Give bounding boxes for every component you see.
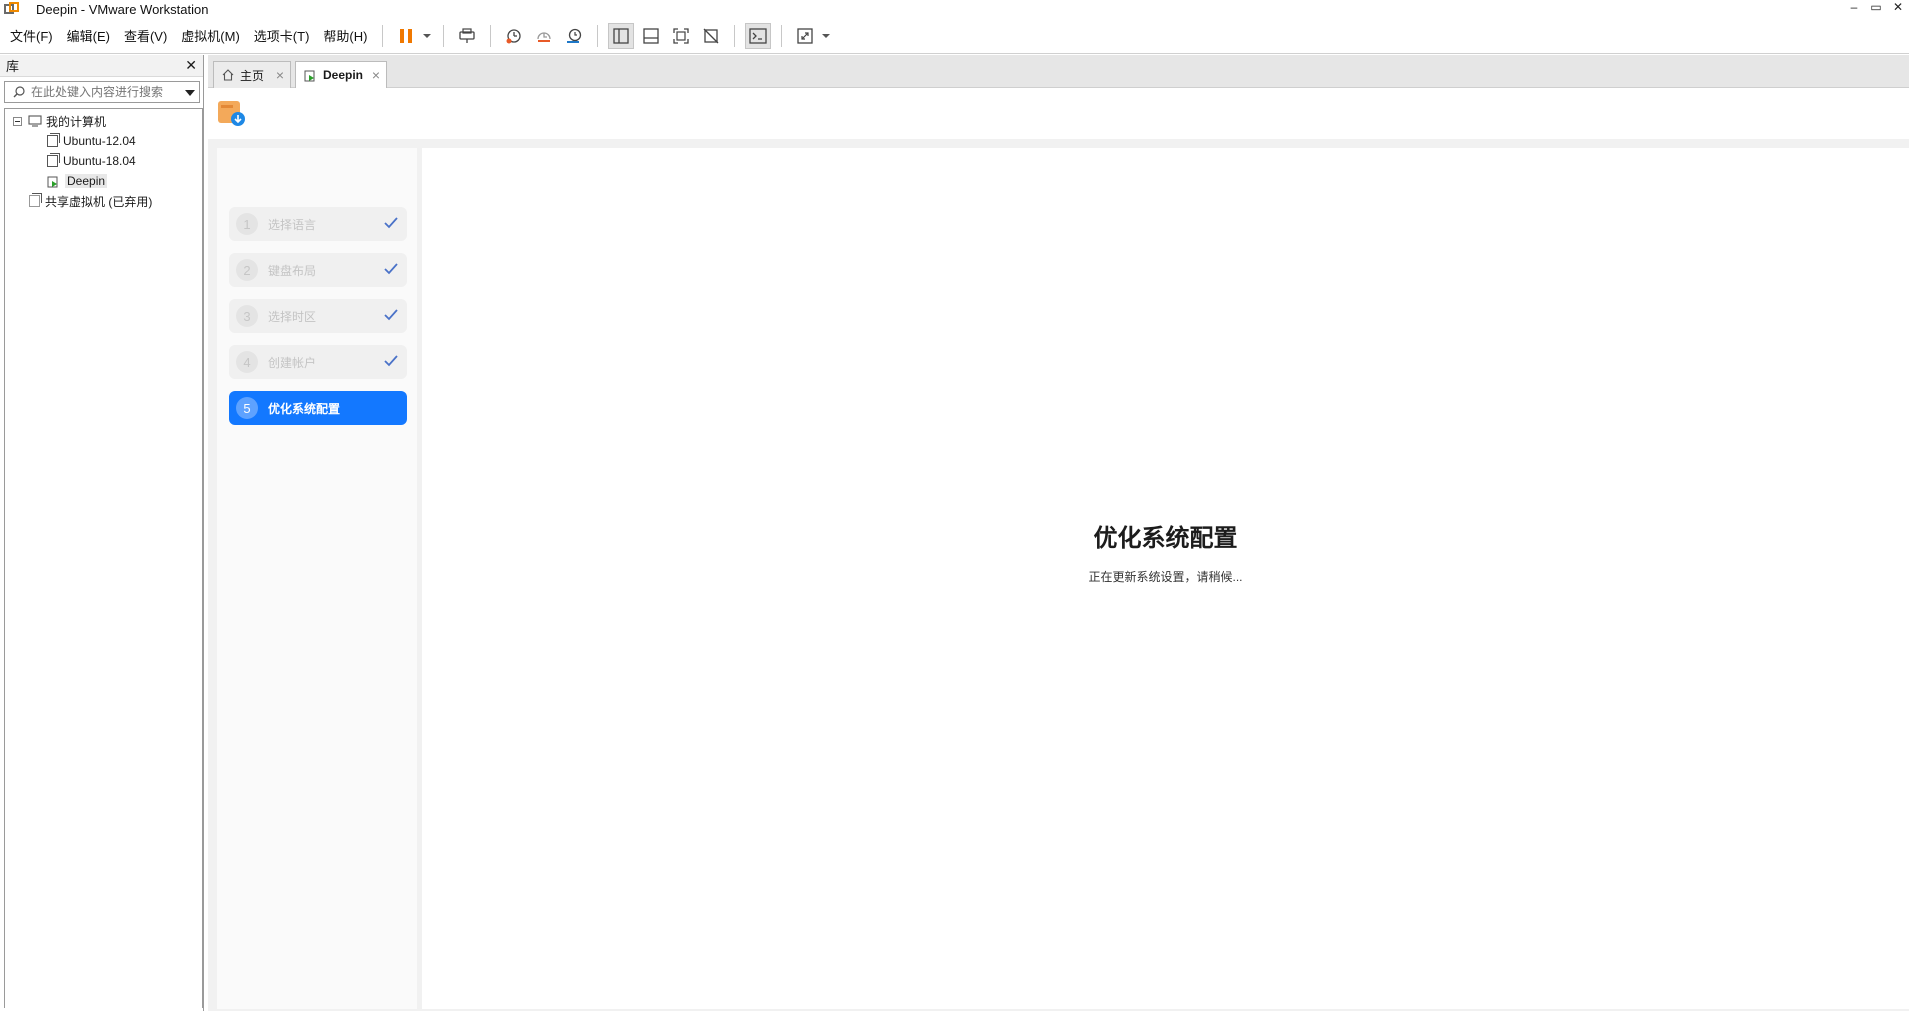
- snapshot-icon[interactable]: [501, 23, 527, 49]
- step-optimize-config: 5 优化系统配置: [229, 391, 407, 425]
- snapshot-manager-icon[interactable]: [561, 23, 587, 49]
- tree-item-ubuntu-12[interactable]: Ubuntu-12.04: [5, 131, 202, 151]
- stretch-dropdown-icon[interactable]: [822, 33, 831, 38]
- menu-help[interactable]: 帮助(H): [316, 26, 374, 45]
- tab-home[interactable]: 主页 ×: [213, 61, 291, 88]
- pause-icon[interactable]: [393, 23, 419, 49]
- tree-label: Ubuntu-18.04: [63, 154, 136, 168]
- library-panel: 库 ✕ 我的计算机 Ubuntu-12.04 Ubuntu-18.04 Deep…: [0, 55, 204, 1011]
- shared-vm-icon: [29, 193, 42, 207]
- console-view-icon[interactable]: [745, 22, 772, 49]
- full-screen-icon[interactable]: [668, 23, 694, 49]
- check-icon: [384, 217, 398, 229]
- tree-label: 共享虚拟机 (已弃用): [45, 194, 153, 209]
- stretch-icon[interactable]: [792, 23, 818, 49]
- vm-running-icon: [47, 176, 58, 187]
- close-tab-icon[interactable]: ×: [276, 67, 284, 83]
- collapse-toggle-icon[interactable]: [13, 116, 22, 126]
- step-label: 选择时区: [268, 309, 317, 324]
- step-select-language: 1 选择语言: [229, 207, 407, 241]
- library-close-icon[interactable]: ✕: [185, 57, 197, 74]
- tree-item-deepin[interactable]: Deepin: [5, 171, 202, 191]
- tab-deepin[interactable]: Deepin ×: [295, 61, 387, 88]
- library-label: 库: [6, 59, 20, 74]
- unity-icon[interactable]: [698, 23, 724, 49]
- step-label: 选择语言: [268, 217, 317, 232]
- computer-icon: [28, 115, 42, 127]
- step-number: 4: [236, 351, 258, 373]
- menu-vm[interactable]: 虚拟机(M): [174, 26, 247, 45]
- show-thumbnail-icon[interactable]: [638, 23, 664, 49]
- vm-icon: [47, 153, 60, 167]
- vmware-logo-icon: [4, 2, 20, 16]
- step-keyboard-layout: 2 键盘布局: [229, 253, 407, 287]
- installer-steps-panel: 1 选择语言 2 键盘布局 3 选择时区 4 创建帐户 5 优化系统配置: [217, 148, 417, 1009]
- window-title: Deepin - VMware Workstation: [36, 1, 209, 17]
- page-title: 优化系统配置: [1093, 525, 1238, 552]
- maximize-button[interactable]: ▭: [1865, 0, 1887, 18]
- pause-dropdown-icon[interactable]: [423, 33, 432, 38]
- step-label: 创建帐户: [268, 355, 317, 370]
- step-label: 优化系统配置: [268, 401, 341, 416]
- tree-label: 我的计算机: [46, 114, 107, 129]
- step-number: 3: [236, 305, 258, 327]
- step-number: 1: [236, 213, 258, 235]
- library-tree: 我的计算机 Ubuntu-12.04 Ubuntu-18.04 Deepin 共…: [4, 108, 203, 1008]
- menu-edit[interactable]: 编辑(E): [60, 26, 117, 45]
- tab-strip: 主页 × Deepin ×: [208, 55, 1909, 88]
- step-number: 2: [236, 259, 258, 281]
- search-icon: [13, 86, 25, 98]
- vm-icon: [47, 133, 60, 147]
- menu-view[interactable]: 查看(V): [117, 26, 174, 45]
- installer-main-panel: 优化系统配置 正在更新系统设置，请稍候...: [422, 148, 1909, 1009]
- tree-item-ubuntu-18[interactable]: Ubuntu-18.04: [5, 151, 202, 171]
- search-input[interactable]: [31, 85, 181, 99]
- menu-tabs[interactable]: 选项卡(T): [247, 26, 317, 45]
- step-create-account: 4 创建帐户: [229, 345, 407, 379]
- vm-running-icon: [304, 70, 315, 81]
- revert-snapshot-icon[interactable]: [531, 23, 557, 49]
- tree-label: Ubuntu-12.04: [63, 134, 136, 148]
- library-search[interactable]: [4, 81, 200, 103]
- check-icon: [384, 309, 398, 321]
- menu-file[interactable]: 文件(F): [0, 26, 60, 45]
- show-library-icon[interactable]: [608, 22, 635, 49]
- home-icon: [222, 69, 234, 81]
- check-icon: [384, 355, 398, 367]
- send-ctrl-alt-del-icon[interactable]: [454, 23, 480, 49]
- close-button[interactable]: ✕: [1887, 0, 1909, 18]
- vm-top-bar: [208, 89, 1909, 139]
- tab-label: 主页: [240, 68, 265, 83]
- step-number: 5: [236, 397, 258, 419]
- vm-display[interactable]: 1 选择语言 2 键盘布局 3 选择时区 4 创建帐户 5 优化系统配置 优化系…: [208, 139, 1909, 1011]
- step-select-timezone: 3 选择时区: [229, 299, 407, 333]
- toolbar-separator: [382, 24, 384, 47]
- status-text: 正在更新系统设置，请稍候...: [1088, 570, 1243, 584]
- title-bar: Deepin - VMware Workstation – ▭ ✕: [0, 0, 1909, 18]
- library-header: 库 ✕: [0, 55, 203, 77]
- search-dropdown-icon[interactable]: [185, 90, 195, 96]
- check-icon: [384, 263, 398, 275]
- menu-toolbar: 文件(F) 编辑(E) 查看(V) 虚拟机(M) 选项卡(T) 帮助(H): [0, 18, 1909, 54]
- tab-label: Deepin: [323, 68, 364, 82]
- tree-item-my-computer[interactable]: 我的计算机: [5, 111, 202, 131]
- tree-label: Deepin: [65, 174, 108, 188]
- close-tab-icon[interactable]: ×: [372, 67, 380, 83]
- minimize-button[interactable]: –: [1843, 0, 1865, 18]
- tree-item-shared-vms[interactable]: 共享虚拟机 (已弃用): [5, 191, 202, 211]
- step-label: 键盘布局: [268, 263, 317, 278]
- installer-app-icon[interactable]: [217, 100, 247, 128]
